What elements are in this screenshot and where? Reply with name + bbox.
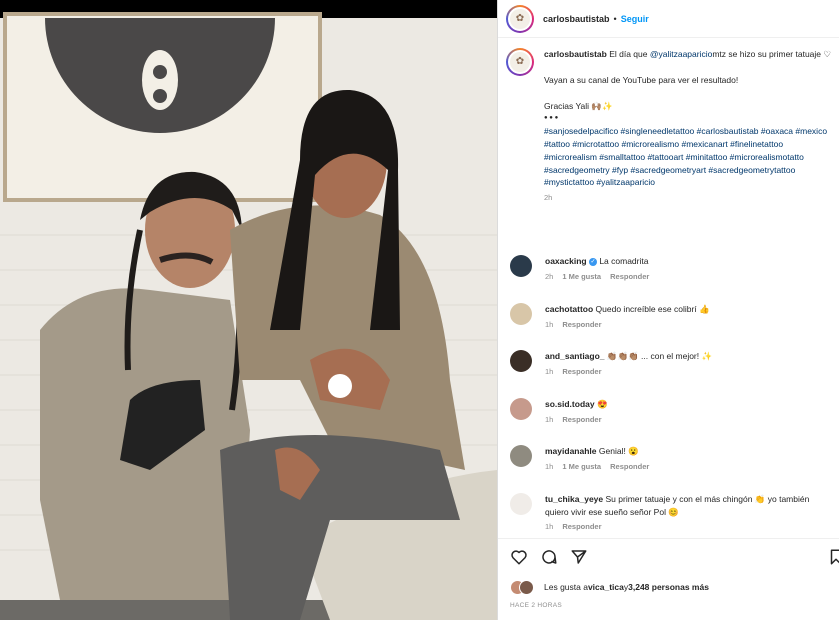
reply-button[interactable]: Responder — [562, 320, 601, 329]
verified-badge-icon: ✓ — [588, 257, 597, 266]
caption-line-youtube: Vayan a su canal de YouTube para ver el … — [544, 74, 739, 85]
caption-mention-rest: mtz — [712, 49, 727, 59]
comment-username[interactable]: mayidanahle — [545, 446, 597, 456]
caption-mention[interactable]: @yalitzaaparicio — [650, 49, 713, 59]
likes-user[interactable]: vica_tica — [588, 582, 624, 592]
post-side-panel: ✿ carlosbautistab • Seguir ✿ carlosbauti… — [497, 0, 839, 620]
comment-bubble-icon[interactable] — [540, 548, 558, 566]
comment-text: Quedo increíble ese colibrí 👍 — [595, 304, 710, 314]
likes-count[interactable]: 3,248 personas más — [628, 582, 709, 592]
reply-button[interactable]: Responder — [610, 462, 649, 471]
comment-item: so.sid.today 😍 1h Responder — [510, 398, 833, 426]
like-heart-icon[interactable] — [510, 548, 528, 566]
comment-time: 1h — [545, 522, 554, 531]
post-age: HACE 2 HORAS — [510, 602, 563, 609]
comment-username[interactable]: and_santiago_ — [545, 351, 605, 361]
caption-text-start: El día que — [609, 49, 650, 59]
share-paper-plane-icon[interactable] — [570, 548, 588, 566]
comment-likes[interactable]: 1 Me gusta — [562, 462, 601, 471]
comment-text: 😍 — [596, 399, 608, 409]
reply-button[interactable]: Responder — [562, 415, 601, 424]
comment-time: 1h — [545, 414, 554, 424]
caption-time: 2h — [544, 193, 553, 203]
comment-item: tu_chika_yeye Su primer tatuaje y con el… — [510, 493, 833, 534]
comment-time: 1h — [545, 461, 554, 471]
comment-text: Genial! 😮 — [598, 446, 639, 456]
comment-time: 1h — [545, 366, 554, 376]
post-actions — [510, 548, 588, 566]
commenter-avatar[interactable] — [510, 255, 532, 277]
author-username[interactable]: carlosbautistab — [543, 14, 610, 24]
avatar-glyph-icon: ✿ — [508, 50, 532, 74]
liker-avatars — [510, 580, 540, 595]
comment-item: cachotattoo Quedo increíble ese colibrí … — [510, 303, 833, 331]
comment-item: and_santiago_ 👏🏽👏🏽👏🏽 ... con el mejor! ✨… — [510, 350, 833, 378]
reply-button[interactable]: Responder — [562, 367, 601, 376]
separator-dot: • — [613, 13, 617, 24]
avatar-glyph-icon: ✿ — [508, 6, 532, 31]
commenter-avatar[interactable] — [510, 350, 532, 372]
caption-line-thanks: Gracias Yali 🙌🏽✨ — [544, 100, 613, 111]
follow-button[interactable]: Seguir — [621, 14, 649, 24]
comment-time: 2h — [545, 271, 554, 281]
comment-likes[interactable]: 1 Me gusta — [562, 272, 601, 281]
comment-time: 1h — [545, 319, 554, 329]
action-divider — [498, 538, 839, 539]
reply-button[interactable]: Responder — [610, 272, 649, 281]
post-caption: ✿ carlosbautistab El día que @yalitzaapa… — [506, 48, 833, 205]
caption-avatar[interactable]: ✿ — [506, 48, 534, 76]
comment-text: 👏🏽👏🏽👏🏽 ... con el mejor! ✨ — [606, 351, 713, 361]
post-photo[interactable] — [0, 0, 497, 620]
comment-username[interactable]: tu_chika_yeye — [545, 494, 603, 504]
comment-username[interactable]: cachotattoo — [545, 304, 593, 314]
save-bookmark-icon[interactable] — [827, 548, 839, 566]
post-header: ✿ carlosbautistab • Seguir — [498, 0, 839, 38]
commenter-avatar[interactable] — [510, 445, 532, 467]
author-avatar[interactable]: ✿ — [506, 4, 534, 33]
caption-username[interactable]: carlosbautistab — [544, 49, 607, 59]
comment-item: oaxacking ✓ La comadrita 2h 1 Me gusta Res… — [510, 255, 833, 283]
commenter-avatar[interactable] — [510, 303, 532, 325]
comment-item: mayidanahle Genial! 😮 1h 1 Me gusta Respon… — [510, 445, 833, 473]
reply-button[interactable]: Responder — [562, 522, 601, 531]
commenter-avatar[interactable] — [510, 493, 532, 515]
comment-username[interactable]: so.sid.today — [545, 399, 595, 409]
caption-hashtags[interactable]: #sanjosedelpacifico #singleneedletattoo … — [544, 125, 833, 189]
photo-illustration — [0, 0, 497, 620]
likes-summary[interactable]: Les gusta a vica_tica y 3,248 personas m… — [510, 580, 709, 595]
comment-text: La comadrita — [599, 256, 649, 266]
caption-text-end: se hizo su primer tatuaje ♡ — [726, 49, 831, 59]
caption-dots: ● ● ● — [544, 115, 559, 122]
comment-username[interactable]: oaxacking — [545, 256, 587, 266]
likes-prefix: Les gusta a — [544, 582, 588, 592]
commenter-avatar[interactable] — [510, 398, 532, 420]
